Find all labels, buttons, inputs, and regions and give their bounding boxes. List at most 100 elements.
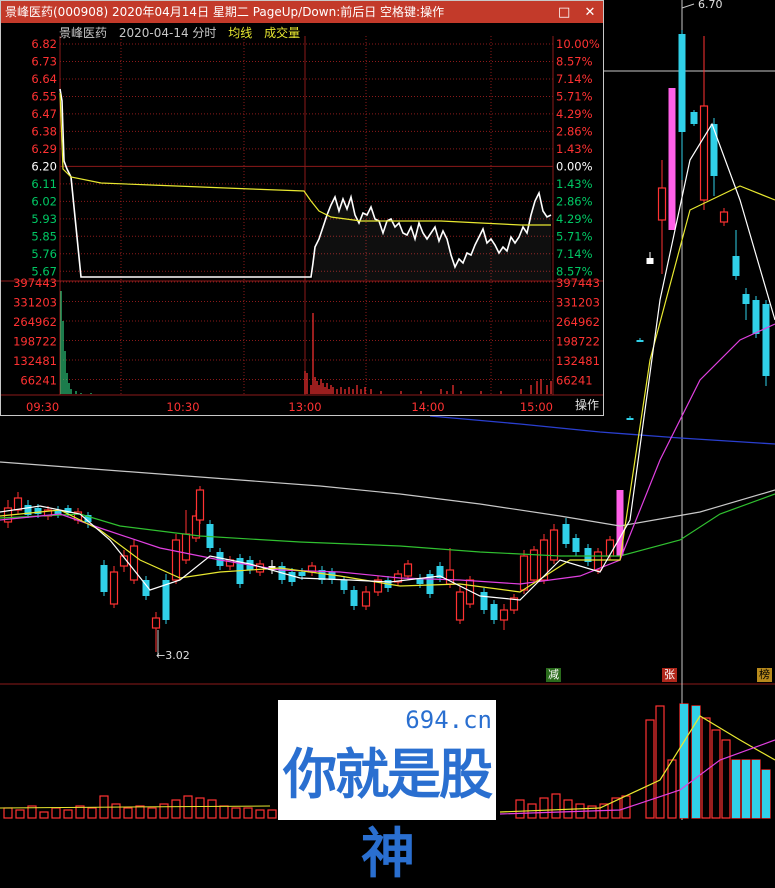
high-price-label: 6.70	[698, 0, 723, 11]
pct-tick: 1.43%	[556, 177, 593, 191]
candle-body	[340, 580, 348, 590]
volume-bar	[147, 807, 157, 819]
ma250-line	[429, 415, 775, 445]
volume-bar	[255, 809, 265, 819]
price-tick: 5.85	[31, 229, 57, 243]
candle-body	[350, 590, 358, 606]
candle-body	[403, 563, 413, 577]
watermark-logo: 694.cn 你就是股神	[278, 700, 496, 885]
volume-bar	[515, 799, 525, 819]
candle-body	[752, 300, 760, 334]
candle-body	[668, 88, 676, 230]
candle-body	[562, 524, 570, 544]
price-tick: 6.02	[31, 194, 57, 208]
ma60-line	[0, 493, 775, 557]
tag-rise: 张	[662, 668, 677, 682]
volume-bar	[111, 803, 121, 819]
volume-bar	[243, 807, 253, 819]
volume-bar	[39, 811, 49, 819]
intraday-subheader: 景峰医药 2020-04-14 分时 均线 成交量	[59, 25, 308, 41]
candle-body	[678, 34, 686, 132]
time-tick: 13:00	[288, 400, 321, 414]
candle-body	[657, 187, 667, 221]
volume-bar	[680, 704, 688, 818]
pct-tick: 7.14%	[556, 247, 593, 261]
candle-body	[100, 565, 108, 592]
candle-body	[732, 256, 740, 276]
volume-bar	[551, 793, 561, 819]
candle-body	[34, 508, 42, 514]
volume-tick-right: 66241	[556, 374, 593, 388]
volume-bar	[51, 807, 61, 819]
volume-bar	[87, 807, 97, 819]
price-tick: 6.55	[31, 89, 57, 103]
volume-tick-right: 264962	[556, 315, 600, 329]
price-tick: 6.73	[31, 54, 57, 68]
pct-tick: 1.43%	[556, 142, 593, 156]
candle-body	[480, 592, 488, 610]
volume-bar	[171, 799, 181, 819]
volume-bar	[219, 805, 229, 819]
pct-tick: 5.71%	[556, 89, 593, 103]
volume-bar	[267, 809, 277, 819]
volume-bar	[752, 760, 760, 818]
candle-body	[13, 497, 23, 511]
volume-bar	[732, 760, 740, 818]
candle-body	[361, 591, 371, 607]
candle-body	[171, 539, 181, 581]
volume-bar	[207, 799, 217, 819]
volume-tick-right: 397443	[556, 276, 600, 290]
high-pointer	[681, 3, 695, 9]
volume-tick-left: 264962	[13, 315, 57, 329]
volume-bar	[655, 705, 665, 819]
candle-body	[490, 604, 498, 620]
pct-tick: 8.57%	[556, 54, 593, 68]
candle-body	[690, 112, 698, 124]
volume-bar	[15, 809, 25, 819]
time-tick: 15:00	[520, 400, 553, 414]
pct-tick: 5.71%	[556, 229, 593, 243]
volume-tick-left: 66241	[20, 374, 57, 388]
price-tick: 6.82	[31, 37, 57, 51]
pct-tick: 2.86%	[556, 194, 593, 208]
volume-tick-right: 331203	[556, 296, 600, 310]
watermark-text: 你就是股神	[283, 743, 493, 885]
avg-line-label: 均线	[228, 26, 253, 40]
price-tick: 5.93	[31, 212, 57, 226]
price-tick: 6.20	[31, 159, 57, 173]
price-tick: 6.64	[31, 72, 57, 86]
pct-tick: 4.29%	[556, 212, 593, 226]
candle-body	[109, 571, 119, 605]
volume-tick-left: 198722	[13, 335, 57, 349]
stock-name: 景峰医药	[59, 26, 108, 40]
pct-tick: 2.86%	[556, 124, 593, 138]
candle-body	[298, 572, 306, 576]
intraday-popup: 景峰医药(000908) 2020年04月14日 星期二 PageUp/Down…	[0, 0, 604, 416]
time-tick: 10:30	[166, 400, 199, 414]
volume-tick-left: 397443	[13, 276, 57, 290]
volume-bar	[231, 807, 241, 819]
pct-tick: 4.29%	[556, 107, 593, 121]
volume-bar	[3, 807, 13, 819]
volume-bar	[195, 797, 205, 819]
intraday-chart: 6.82 10.00% 6.73 8.57% 6.64 7.14% 6.55 5.71% 6.4…	[1, 36, 603, 414]
volume-bar	[721, 739, 731, 819]
volume-label: 成交量	[264, 26, 301, 40]
candle-body	[129, 545, 139, 581]
ma120-line	[0, 461, 775, 527]
candle-body	[626, 418, 634, 420]
candle-body	[646, 258, 654, 264]
candle-body	[519, 555, 529, 591]
volume-bar	[63, 809, 73, 819]
operate-button[interactable]: 操作	[575, 396, 599, 413]
volume-ma-left	[0, 805, 271, 809]
tag-board: 榜	[757, 668, 772, 682]
volume-bar	[645, 719, 655, 819]
price-tick: 6.11	[31, 177, 57, 191]
volume-bar	[762, 770, 770, 818]
candle-body	[195, 489, 205, 521]
date-label: 2020-04-14 分时	[118, 26, 217, 40]
volume-tick-right: 198722	[556, 335, 600, 349]
pct-tick: 10.00%	[556, 37, 600, 51]
pct-tick: 7.14%	[556, 72, 593, 86]
